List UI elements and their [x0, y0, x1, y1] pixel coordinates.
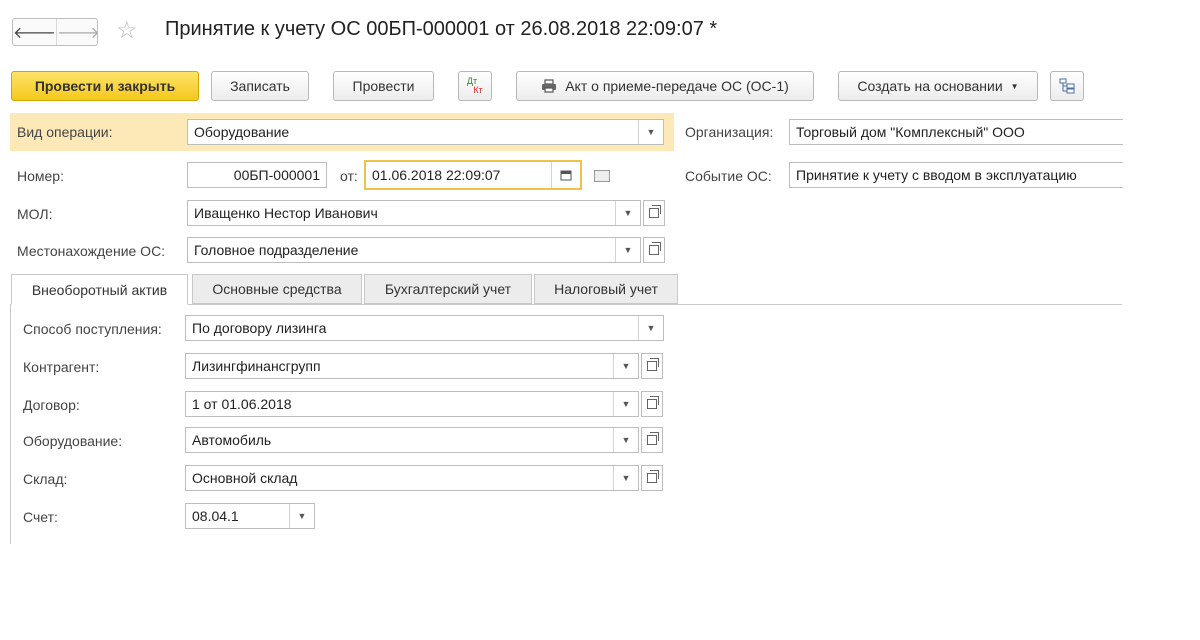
equipment-value: Автомобиль — [192, 432, 272, 448]
open-icon — [647, 358, 659, 371]
event-label: Событие ОС: — [685, 168, 772, 184]
receipt-method-label: Способ поступления: — [23, 321, 162, 337]
act-os1-button[interactable]: Акт о приеме-передаче ОС (ОС-1) — [516, 71, 814, 101]
receipt-method-field[interactable]: По договору лизинга ▼ — [185, 315, 664, 341]
printer-icon — [542, 79, 557, 93]
date-field[interactable]: 01.06.2018 22:09:07 — [364, 160, 582, 190]
location-value: Головное подразделение — [194, 242, 359, 258]
chevron-down-icon: ▼ — [1010, 81, 1019, 91]
open-icon — [647, 396, 659, 409]
contract-field[interactable]: 1 от 01.06.2018 ▼ — [185, 391, 639, 417]
warehouse-label: Склад: — [23, 471, 68, 487]
star-icon[interactable]: ☆ — [116, 16, 138, 45]
open-contract-button[interactable] — [641, 391, 663, 417]
details-icon[interactable] — [594, 170, 610, 182]
mol-field[interactable]: Иващенко Нестор Иванович ▼ — [187, 200, 641, 226]
equipment-label: Оборудование: — [23, 433, 123, 449]
event-field[interactable]: Принятие к учету с вводом в эксплуатацию — [789, 162, 1123, 188]
tab-fixed-assets[interactable]: Основные средства — [192, 274, 362, 304]
open-icon — [649, 205, 661, 218]
open-warehouse-button[interactable] — [641, 465, 663, 491]
open-icon — [647, 470, 659, 483]
calendar-icon[interactable] — [551, 162, 580, 188]
organization-value: Торговый дом "Комплексный" ООО — [796, 124, 1025, 140]
number-label: Номер: — [17, 168, 64, 184]
warehouse-field[interactable]: Основной склад ▼ — [185, 465, 639, 491]
act-os1-label: Акт о приеме-передаче ОС (ОС-1) — [565, 78, 789, 94]
open-mol-button[interactable] — [643, 200, 665, 226]
location-field[interactable]: Головное подразделение ▼ — [187, 237, 641, 263]
open-counterparty-button[interactable] — [641, 353, 663, 379]
open-location-button[interactable] — [643, 237, 665, 263]
post-and-close-button[interactable]: Провести и закрыть — [11, 71, 199, 101]
post-button[interactable]: Провести — [333, 71, 434, 101]
structure-icon-button[interactable] — [1050, 71, 1084, 101]
open-icon — [647, 432, 659, 445]
create-based-on-button[interactable]: Создать на основании ▼ — [838, 71, 1038, 101]
dropdown-arrow-icon[interactable]: ▼ — [613, 354, 638, 378]
tab-accounting[interactable]: Бухгалтерский учет — [364, 274, 532, 304]
account-value: 08.04.1 — [192, 508, 239, 524]
contract-label: Договор: — [23, 397, 80, 413]
operation-type-value: Оборудование — [194, 124, 290, 140]
number-value: 00БП-000001 — [233, 167, 320, 183]
create-based-on-label: Создать на основании — [857, 78, 1003, 94]
organization-field[interactable]: Торговый дом "Комплексный" ООО — [789, 119, 1123, 145]
dropdown-arrow-icon[interactable]: ▼ — [615, 201, 640, 225]
kt-icon-text: Кт — [473, 85, 483, 95]
warehouse-value: Основной склад — [192, 470, 298, 486]
operation-type-field[interactable]: Оборудование ▼ — [187, 119, 664, 145]
dropdown-arrow-icon[interactable]: ▼ — [638, 316, 663, 340]
location-label: Местонахождение ОС: — [17, 243, 166, 259]
dropdown-arrow-icon[interactable]: ▼ — [289, 504, 314, 528]
panel-border — [10, 304, 11, 544]
dt-kt-button[interactable]: Дт Кт — [458, 71, 492, 101]
number-field[interactable]: 00БП-000001 — [187, 162, 327, 188]
date-label: от: — [340, 168, 358, 184]
dropdown-arrow-icon[interactable]: ▼ — [613, 392, 638, 416]
back-button[interactable]: 🡐 — [13, 19, 56, 45]
date-value: 01.06.2018 22:09:07 — [372, 167, 501, 183]
account-label: Счет: — [23, 509, 58, 525]
operation-type-label: Вид операции: — [17, 124, 113, 140]
save-button[interactable]: Записать — [211, 71, 309, 101]
counterparty-value: Лизингфинансгрупп — [192, 358, 321, 374]
structure-icon — [1059, 78, 1075, 94]
tab-tax-accounting[interactable]: Налоговый учет — [534, 274, 678, 304]
equipment-field[interactable]: Автомобиль ▼ — [185, 427, 639, 453]
document-title: Принятие к учету ОС 00БП-000001 от 26.08… — [165, 18, 718, 40]
dropdown-arrow-icon[interactable]: ▼ — [613, 466, 638, 490]
counterparty-label: Контрагент: — [23, 359, 100, 375]
tab-noncurrent-asset[interactable]: Внеоборотный актив — [11, 274, 188, 305]
dropdown-arrow-icon[interactable]: ▼ — [613, 428, 638, 452]
navigation-buttons: 🡐 🡒 — [12, 18, 100, 46]
dropdown-arrow-icon[interactable]: ▼ — [638, 120, 663, 144]
open-equipment-button[interactable] — [641, 427, 663, 453]
account-field[interactable]: 08.04.1 ▼ — [185, 503, 315, 529]
mol-value: Иващенко Нестор Иванович — [194, 205, 378, 221]
receipt-method-value: По договору лизинга — [192, 320, 327, 336]
open-icon — [649, 242, 661, 255]
dropdown-arrow-icon[interactable]: ▼ — [615, 238, 640, 262]
counterparty-field[interactable]: Лизингфинансгрупп ▼ — [185, 353, 639, 379]
mol-label: МОЛ: — [17, 206, 53, 222]
forward-button[interactable]: 🡒 — [55, 19, 100, 45]
contract-value: 1 от 01.06.2018 — [192, 396, 292, 412]
organization-label: Организация: — [685, 124, 774, 140]
event-value: Принятие к учету с вводом в эксплуатацию — [796, 167, 1077, 183]
